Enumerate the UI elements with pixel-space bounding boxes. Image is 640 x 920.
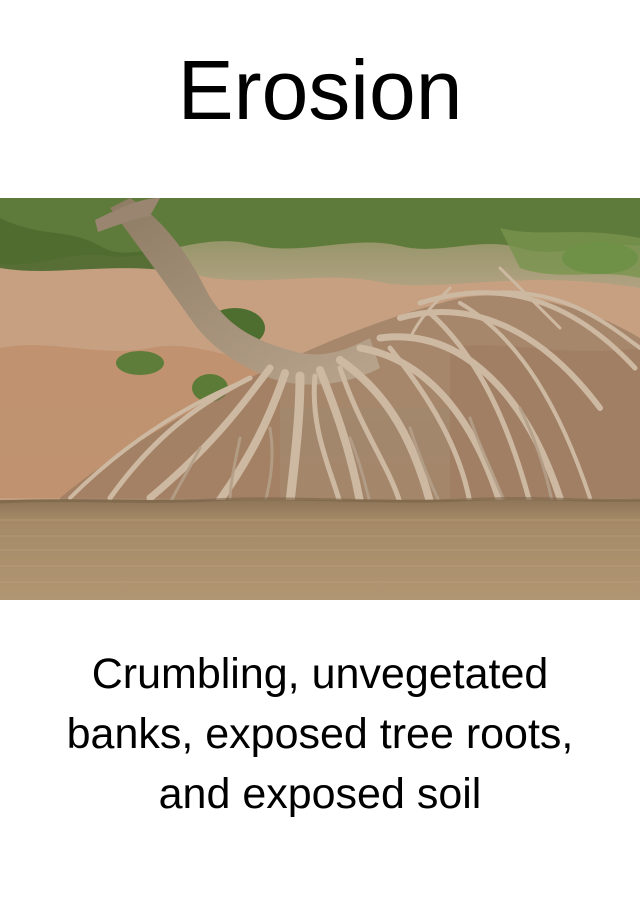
shrub: [116, 351, 164, 375]
page-title: Erosion: [177, 43, 463, 137]
caption-line: and exposed soil: [158, 770, 482, 818]
erosion-photo: [0, 198, 640, 600]
caption-line: banks, exposed tree roots,: [66, 710, 574, 758]
caption-line: Crumbling, unvegetated: [91, 650, 549, 698]
riverbank-illustration: [0, 198, 640, 600]
caption: Crumbling, unvegetated banks, exposed tr…: [0, 644, 640, 824]
